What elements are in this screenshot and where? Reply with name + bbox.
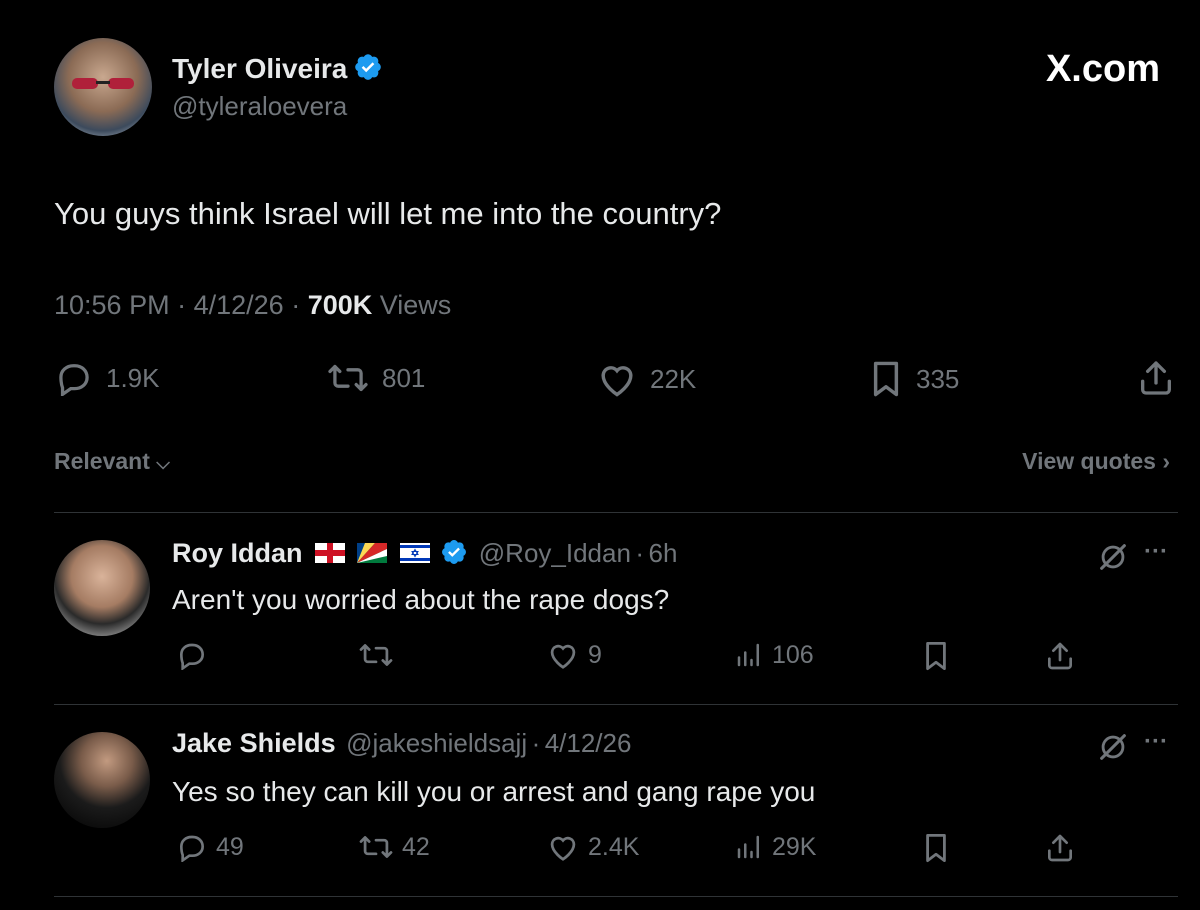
bookmark-icon [873,361,899,397]
meta-separator: · [531,728,541,758]
sort-label: Relevant [54,448,150,474]
author-name[interactable]: Tyler Oliveira [172,52,383,85]
views-count: 29K [772,832,817,861]
views-button[interactable]: 29K [734,832,816,862]
meta-separator: · [291,290,308,320]
reply-header: Roy Iddan @Roy_Iddan · 6h [172,538,677,569]
reply-time[interactable]: 6h [649,538,678,568]
more-options-icon[interactable]: ··· [1144,728,1168,756]
verified-badge-icon [355,54,382,80]
repost-button[interactable] [358,640,402,670]
tweet-date[interactable]: 4/12/26 [194,290,284,320]
meta-separator: · [635,538,645,568]
views-count: 106 [772,640,814,669]
more-options-icon[interactable]: ··· [1144,538,1168,566]
bookmark-icon [926,834,946,862]
bookmark-count: 335 [916,363,960,394]
divider [54,512,1178,513]
grok-icon[interactable] [1096,540,1130,574]
reply-author-name[interactable]: Jake Shields [172,728,336,758]
repost-button[interactable]: 42 [358,832,430,862]
avatar[interactable] [54,38,152,136]
heart-icon [601,366,633,397]
bookmark-button[interactable] [922,640,950,672]
reply-count: 49 [216,832,244,861]
like-count: 22K [650,363,697,394]
reply-icon [179,835,205,862]
reply-text: Aren't you worried about the rape dogs? [172,584,670,615]
sort-dropdown[interactable]: Relevant ⌵ [54,448,170,475]
tweet-meta: 10:56 PM · 4/12/26 · 700K Views [54,290,451,321]
reply-count: 1.9K [106,362,160,393]
share-button[interactable] [1044,832,1076,864]
reply-header: Jake Shields @jakeshieldsajj · 4/12/26 [172,728,631,759]
views-button[interactable]: 106 [734,640,814,670]
repost-icon [328,364,368,392]
avatar[interactable] [54,540,150,636]
like-button[interactable]: 22K [596,360,696,398]
views-label: Views [379,290,452,320]
tweet-time[interactable]: 10:56 PM [54,290,170,320]
like-button[interactable]: 9 [546,640,602,670]
grok-icon[interactable] [1096,730,1130,764]
bookmark-button[interactable] [922,832,950,864]
bookmark-icon [926,642,946,670]
reply-author-handle[interactable]: @Roy_Iddan [479,538,631,568]
like-count: 9 [588,640,602,669]
repost-icon [359,836,393,858]
reply-text: Yes so they can kill you or arrest and g… [172,776,816,807]
reply-author-name[interactable]: Roy Iddan [172,538,303,568]
repost-button[interactable]: 801 [326,360,425,396]
sunglasses-graphic [72,78,134,89]
repost-icon [359,644,393,666]
share-button[interactable] [1044,640,1076,672]
heart-icon [550,644,576,669]
chevron-down-icon: ⌵ [156,453,170,473]
like-button[interactable]: 2.4K [546,832,639,862]
views-count: 700K [307,290,373,320]
divider [54,896,1178,897]
reply-time[interactable]: 4/12/26 [545,728,632,758]
reply-button[interactable] [176,640,216,670]
reply-button[interactable]: 1.9K [54,360,160,396]
heart-icon [550,836,576,861]
analytics-icon [737,835,759,859]
repost-count: 801 [382,362,426,393]
reply-button[interactable]: 49 [176,832,244,862]
england-flag-icon [314,543,345,563]
israel-flag-icon [399,543,430,563]
author-name-text[interactable]: Tyler Oliveira [172,53,347,84]
divider [54,704,1178,705]
repost-count: 42 [402,832,430,861]
view-quotes-label: View quotes [1022,448,1156,474]
avatar[interactable] [54,732,150,828]
share-icon [1141,361,1171,395]
verified-badge-icon [442,540,467,564]
share-button[interactable] [1136,358,1176,398]
like-count: 2.4K [588,832,640,861]
reply-author-handle[interactable]: @jakeshieldsajj [346,728,527,758]
view-quotes-link[interactable]: View quotes › [1022,448,1170,475]
bookmark-button[interactable]: 335 [868,360,959,398]
meta-separator: · [177,290,194,320]
seychelles-flag-icon [357,543,388,563]
share-icon [1048,642,1072,670]
analytics-icon [737,643,759,667]
reply-icon [179,643,205,670]
author-handle[interactable]: @tyleraloevera [172,91,347,122]
tweet-text: You guys think Israel will let me into t… [54,196,722,231]
reply-icon [59,364,89,396]
site-logo: X.com [1045,48,1160,90]
share-icon [1048,834,1072,862]
chevron-right-icon: › [1162,448,1170,474]
